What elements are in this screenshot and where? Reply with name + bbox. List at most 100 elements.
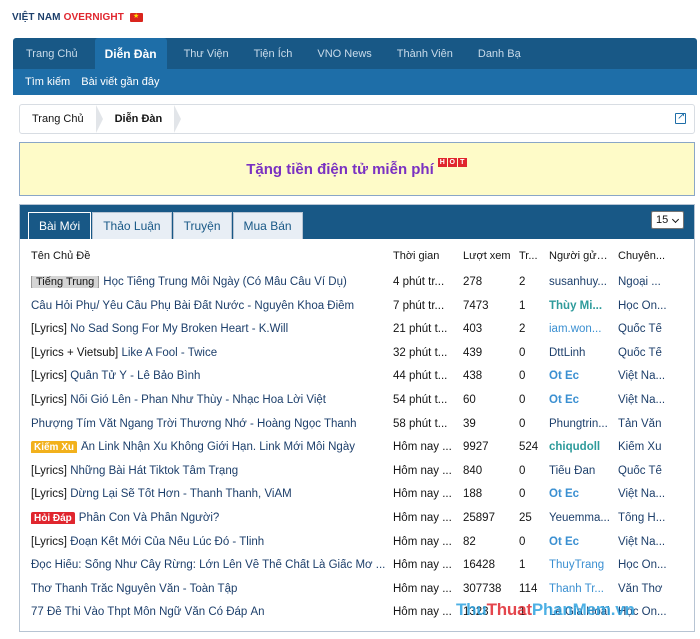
thread-poster[interactable]: ThuyTrang	[549, 559, 610, 571]
thread-replies: 2	[519, 323, 526, 336]
table-row[interactable]: [Lyrics] Nổi Gió Lên - Phan Như Thùy - N…	[20, 389, 694, 411]
nav-tab-danh-ba[interactable]: Danh Bạ	[470, 38, 529, 69]
thread-title-link[interactable]: Like A Fool - Twice	[121, 347, 217, 359]
thread-forum[interactable]: Ngoại ...	[618, 276, 690, 288]
thread-time: Hôm nay ...	[393, 535, 452, 548]
tab-mua-ban[interactable]: Mua Bán	[232, 212, 303, 239]
thread-title-link[interactable]: Câu Hỏi Phụ/ Yêu Cầu Phụ Bài Đất Nước - …	[31, 300, 354, 312]
thread-title-link[interactable]: No Sad Song For My Broken Heart - K.Will	[70, 323, 288, 335]
thread-views: 188	[463, 488, 483, 501]
thread-poster[interactable]: Thanh Tr...	[549, 583, 610, 595]
thread-title-link[interactable]: Dừng Lại Sẽ Tốt Hơn - Thanh Thanh, ViAM	[70, 488, 292, 500]
thread-forum[interactable]: Việt Na...	[618, 370, 690, 382]
header-title[interactable]: Tên Chủ Đề	[31, 250, 389, 262]
table-row[interactable]: [Lyrics] Những Bài Hát Tiktok Tâm Trạng H…	[20, 460, 694, 482]
thread-title-link[interactable]: Phần Con Và Phần Người?	[79, 512, 220, 524]
thread-title-link[interactable]: Đọc Hiểu: Sống Như Cây Rừng: Lớn Lên Về …	[31, 559, 385, 571]
table-row[interactable]: Thơ Thanh Trắc Nguyễn Văn - Toàn Tập Hôm …	[20, 578, 694, 600]
header-poster[interactable]: Người gửi ...	[549, 250, 610, 262]
tab-bai-moi[interactable]: Bài Mới	[28, 212, 92, 239]
table-row[interactable]: [Lyrics] Dừng Lại Sẽ Tốt Hơn - Thanh Tha…	[20, 483, 694, 505]
thread-views: 25897	[463, 512, 495, 524]
thread-title-cell: [Lyrics] Những Bài Hát Tiktok Tâm Trạng	[31, 465, 389, 477]
thread-forum[interactable]: Việt Na...	[618, 488, 690, 500]
thread-poster[interactable]: DttLinh	[549, 347, 610, 359]
thread-forum[interactable]: Kiếm Xu	[618, 441, 690, 453]
table-row[interactable]: [Lyrics + Vietsub] Like A Fool - Twice 32…	[20, 342, 694, 364]
thread-forum[interactable]: Quốc Tế	[618, 465, 690, 477]
header-replies[interactable]: Tr...	[519, 250, 541, 262]
thread-poster[interactable]: Thùy Mi...	[549, 300, 610, 312]
thread-poster[interactable]: iam.won...	[549, 323, 610, 335]
tab-truyen[interactable]: Truyện	[172, 212, 232, 239]
thread-title-link[interactable]: Quân Tử Ý - Lê Bảo Bình	[70, 370, 200, 382]
thread-poster[interactable]: Ốt Éc	[549, 488, 610, 500]
thread-title-link[interactable]: Ấn Link Nhận Xu Không Giới Hạn. Link Mới…	[81, 441, 355, 453]
thread-replies: 114	[519, 582, 538, 595]
thread-views: 9927	[463, 441, 489, 454]
thread-poster[interactable]: Ốt Éc	[549, 536, 610, 548]
promo-banner[interactable]: Tặng tiền điện tử miễn phí H O T	[19, 142, 695, 196]
thread-time: Hôm nay ...	[393, 582, 452, 595]
thread-title-link[interactable]: Đoạn Kết Mới Của Nếu Lúc Đó - Tlinh	[70, 536, 264, 548]
table-row[interactable]: [Lyrics] Đoạn Kết Mới Của Nếu Lúc Đó - T…	[20, 531, 694, 553]
site-logo[interactable]: VIỆT NAM OVERNIGHT	[12, 10, 143, 24]
thread-replies: 25	[519, 512, 532, 524]
thread-forum[interactable]: Việt Na...	[618, 536, 690, 548]
thread-title-link[interactable]: Thơ Thanh Trắc Nguyễn Văn - Toàn Tập	[31, 583, 237, 595]
breadcrumb-separator	[95, 105, 103, 133]
subnav-search-link[interactable]: Tìm kiếm	[25, 76, 70, 88]
per-page-select[interactable]: 15	[651, 211, 684, 229]
thread-forum[interactable]: Việt Na...	[618, 394, 690, 406]
thread-prefix[interactable]: Kiếm Xu	[31, 441, 78, 454]
nav-tab-tien-ich[interactable]: Tiện Ích	[246, 38, 301, 69]
table-row[interactable]: Phượng Tím Vắt Ngang Trời Thương Nhớ - H…	[20, 413, 694, 435]
thread-poster[interactable]: susanhuy...	[549, 276, 610, 288]
thread-title-link[interactable]: Nổi Gió Lên - Phan Như Thùy - Nhạc Hoa L…	[70, 394, 326, 406]
header-time[interactable]: Thời gian	[393, 250, 453, 262]
thread-title-link[interactable]: Học Tiếng Trung Mỗi Ngày (Có Mẫu Câu Ví …	[103, 276, 347, 288]
thread-title-link[interactable]: 77 Đề Thi Vào Thpt Môn Ngữ Văn Có Đáp Án	[31, 606, 265, 618]
thread-forum[interactable]: Học On...	[618, 559, 690, 571]
table-row[interactable]: [Lyrics] No Sad Song For My Broken Heart…	[20, 318, 694, 340]
nav-tab-vno-news[interactable]: VNO News	[309, 38, 379, 69]
nav-tab-thu-vien[interactable]: Thư Viện	[176, 38, 237, 69]
nav-tab-trang-chu[interactable]: Trang Chủ	[18, 38, 86, 69]
subnav-recent-posts-link[interactable]: Bài viết gần đây	[81, 76, 159, 88]
thread-prefix[interactable]: Tiếng Trung	[31, 276, 100, 288]
thread-prefix: [Lyrics]	[31, 488, 67, 501]
promo-text[interactable]: Tặng tiền điện tử miễn phí	[246, 161, 434, 178]
jump-link-icon[interactable]	[675, 111, 686, 124]
nav-tab-thanh-vien[interactable]: Thành Viên	[389, 38, 461, 69]
table-row[interactable]: Đọc Hiểu: Sống Như Cây Rừng: Lớn Lên Về …	[20, 554, 694, 576]
header-forum[interactable]: Chuyên...	[618, 250, 690, 262]
thread-title-link[interactable]: Phượng Tím Vắt Ngang Trời Thương Nhớ - H…	[31, 418, 357, 430]
thread-time: Hôm nay ...	[393, 559, 452, 572]
thread-forum[interactable]: Tản Văn	[618, 418, 690, 430]
thread-forum[interactable]: Quốc Tế	[618, 347, 690, 359]
thread-forum[interactable]: Tổng H...	[618, 512, 690, 524]
thread-forum[interactable]: Quốc Tế	[618, 323, 690, 335]
thread-title-link[interactable]: Những Bài Hát Tiktok Tâm Trạng	[70, 465, 238, 477]
thread-time: 4 phút tr...	[393, 276, 445, 288]
thread-poster[interactable]: chiqudoll	[549, 441, 610, 453]
thread-poster[interactable]: Ốt Éc	[549, 370, 610, 382]
table-row[interactable]: Tiếng Trung Học Tiếng Trung Mỗi Ngày (Có …	[20, 271, 694, 293]
thread-poster[interactable]: Tiểu Đan	[549, 465, 610, 477]
thread-forum[interactable]: Văn Thơ	[618, 583, 690, 595]
main-navigation: Trang Chủ Diễn Đàn Thư Viện Tiện Ích VNO…	[13, 38, 697, 69]
table-row[interactable]: Kiếm Xu Ấn Link Nhận Xu Không Giới Hạn. L…	[20, 436, 694, 458]
tab-thao-luan[interactable]: Thảo Luận	[92, 212, 172, 239]
thread-prefix: [Lyrics]	[31, 370, 67, 383]
nav-tab-dien-dan[interactable]: Diễn Đàn	[94, 38, 167, 69]
thread-poster[interactable]: Phungtrin...	[549, 418, 610, 430]
table-row[interactable]: Câu Hỏi Phụ/ Yêu Cầu Phụ Bài Đất Nước - …	[20, 295, 694, 317]
thread-poster[interactable]: Ốt Éc	[549, 394, 610, 406]
thread-prefix[interactable]: Hỏi Đáp	[31, 512, 75, 524]
header-views[interactable]: Lượt xem	[463, 250, 513, 262]
breadcrumb-home[interactable]: Trang Chủ	[20, 105, 96, 133]
thread-forum[interactable]: Học On...	[618, 300, 690, 312]
thread-poster[interactable]: Yeuemma...	[549, 512, 610, 524]
table-row[interactable]: Hỏi Đáp Phần Con Và Phần Người? Hôm nay ..…	[20, 507, 694, 529]
table-row[interactable]: [Lyrics] Quân Tử Ý - Lê Bảo Bình 44 phút …	[20, 365, 694, 387]
